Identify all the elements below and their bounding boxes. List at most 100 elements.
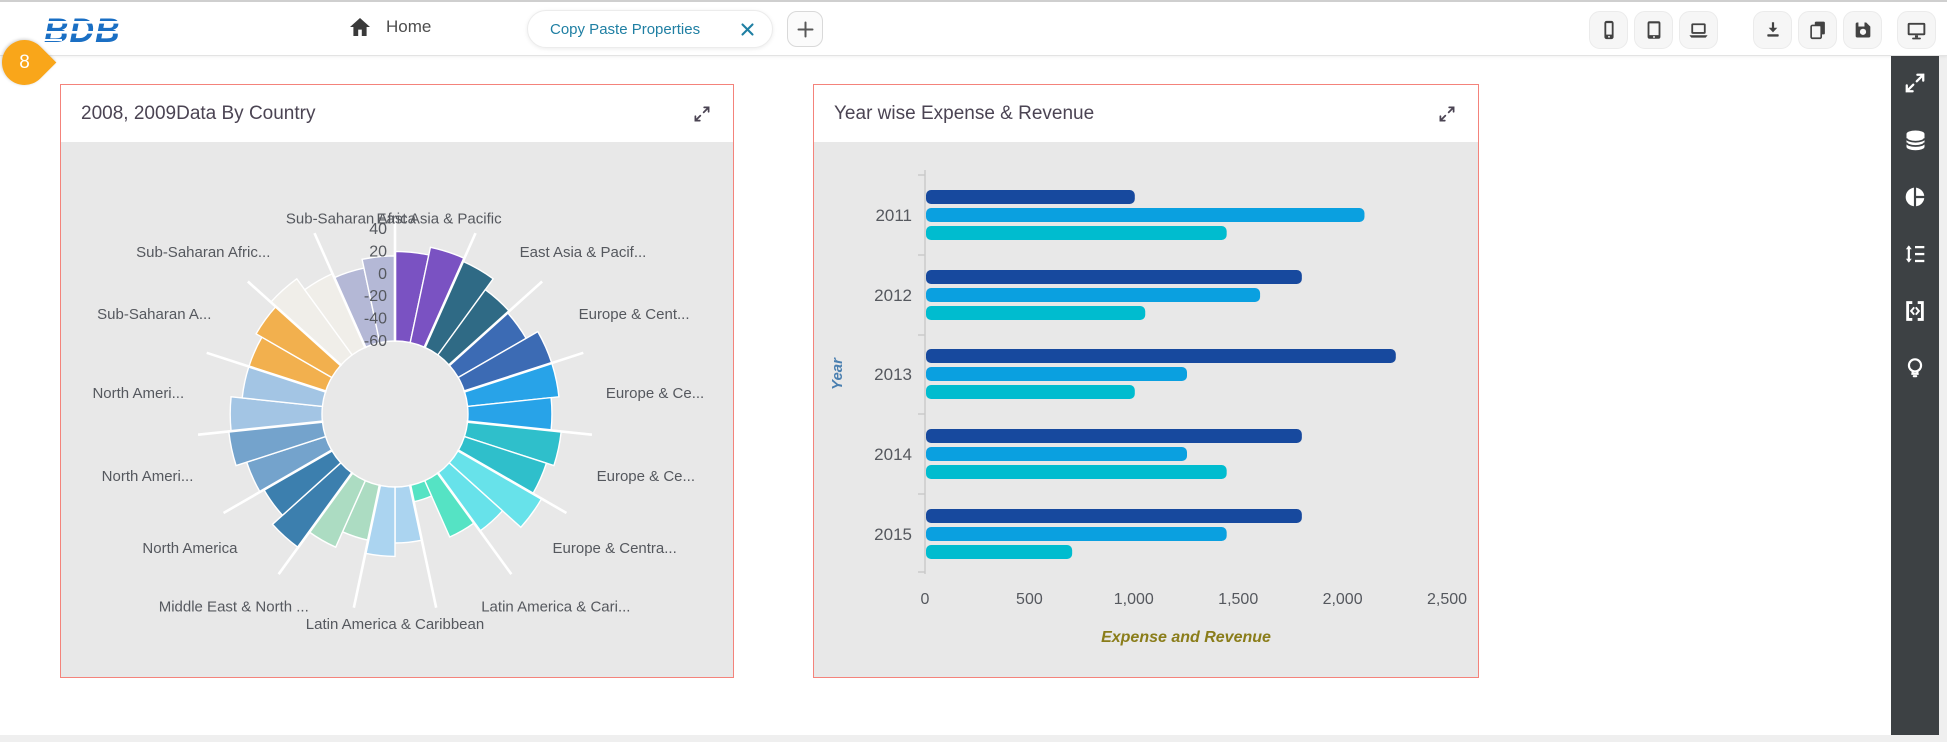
right-tool-rail bbox=[1891, 56, 1939, 735]
bar-chart: 2011 2012 2013 2014 2015 0 500 1,000 1,500 2,000 2… bbox=[814, 142, 1478, 677]
desktop-preview-icon bbox=[1905, 19, 1928, 42]
bar-blue-series[interactable] bbox=[926, 367, 1187, 381]
alert-count: 8 bbox=[2, 40, 47, 85]
x-tick-label: 1,000 bbox=[1114, 591, 1154, 608]
bar-blue-series[interactable] bbox=[926, 527, 1227, 541]
bar-chart-area: 2011 2012 2013 2014 2015 0 500 1,000 1,500 2,000 2… bbox=[814, 142, 1478, 677]
home-label: Home bbox=[386, 17, 431, 37]
chart-button[interactable] bbox=[1900, 182, 1930, 212]
bdb-logo[interactable]: BDB bbox=[42, 9, 134, 51]
radial-tick-label: -40 bbox=[364, 311, 387, 328]
save-button[interactable] bbox=[1843, 11, 1882, 49]
rose-category-label: East Asia & Pacif... bbox=[520, 244, 647, 261]
panel-title: Year wise Expense & Revenue bbox=[834, 103, 1094, 125]
panel-title: 2008, 2009Data By Country bbox=[81, 103, 316, 125]
x-tick-label: 0 bbox=[921, 591, 930, 608]
x-axis-title: Expense and Revenue bbox=[1101, 629, 1271, 646]
home-nav[interactable]: Home bbox=[348, 15, 431, 39]
add-tab-button[interactable] bbox=[787, 11, 823, 47]
x-tick-label: 2,000 bbox=[1323, 591, 1363, 608]
bar-cyan-series[interactable] bbox=[926, 385, 1135, 399]
rose-category-label: North America bbox=[142, 540, 238, 557]
bar-blue-series[interactable] bbox=[926, 288, 1260, 302]
datastore-icon bbox=[1902, 127, 1929, 154]
desktop-preview-button[interactable] bbox=[1897, 11, 1936, 49]
duplicate-button[interactable] bbox=[1798, 11, 1837, 49]
panel-expense-revenue: Year wise Expense & Revenue 2011 2012 2013… bbox=[813, 84, 1479, 678]
duplicate-icon bbox=[1807, 19, 1829, 41]
x-tick-label: 1,500 bbox=[1218, 591, 1258, 608]
save-icon bbox=[1852, 19, 1874, 41]
dashboard-tab[interactable]: Copy Paste Properties bbox=[527, 10, 773, 48]
year-tick-label: 2014 bbox=[874, 445, 912, 464]
rose-category-label: North Ameri... bbox=[102, 468, 194, 485]
rose-category-label: Sub-Saharan Afric... bbox=[136, 244, 270, 261]
rose-category-label: Sub-Saharan A... bbox=[97, 306, 211, 323]
rose-category-label: Latin America & Cari... bbox=[481, 599, 630, 616]
expand-icon bbox=[1436, 103, 1458, 125]
year-tick-label: 2013 bbox=[874, 365, 912, 384]
bar-cyan-series[interactable] bbox=[926, 306, 1145, 320]
bar-cyan-series[interactable] bbox=[926, 545, 1072, 559]
laptop-preview-icon bbox=[1687, 19, 1710, 42]
expand-button[interactable] bbox=[1900, 68, 1930, 98]
horizontal-scrollbar[interactable] bbox=[0, 735, 1947, 742]
radial-tick-label: -20 bbox=[364, 288, 387, 305]
close-tab-icon[interactable] bbox=[736, 18, 758, 40]
rose-category-label: Europe & Ce... bbox=[597, 468, 695, 485]
add-tab-icon bbox=[797, 21, 814, 38]
rose-category-label: Europe & Centra... bbox=[553, 540, 677, 557]
bar-navy-series[interactable] bbox=[926, 270, 1302, 284]
radial-tick-label: 20 bbox=[369, 243, 387, 260]
insight-button[interactable] bbox=[1900, 353, 1930, 383]
year-tick-label: 2015 bbox=[874, 525, 912, 544]
insight-icon bbox=[1902, 355, 1928, 381]
x-tick-label: 500 bbox=[1016, 591, 1043, 608]
dashboard-tab-label: Copy Paste Properties bbox=[550, 21, 700, 38]
y-axis-title: Year bbox=[829, 357, 846, 390]
rose-category-label: Europe & Cent... bbox=[579, 306, 690, 323]
expand-icon bbox=[1902, 70, 1928, 96]
rose-category-label: Sub-Saharan Africa bbox=[286, 210, 417, 227]
home-icon bbox=[348, 15, 372, 39]
script-icon bbox=[1902, 298, 1928, 324]
year-tick-label: 2012 bbox=[874, 286, 912, 305]
tablet-preview-button[interactable] bbox=[1634, 11, 1673, 49]
polar-rose-chart: 40200-20-40-60East Asia & PacificEast As… bbox=[61, 142, 733, 677]
bar-cyan-series[interactable] bbox=[926, 226, 1227, 240]
bar-navy-series[interactable] bbox=[926, 429, 1302, 443]
panel-data-by-country: 2008, 2009Data By Country 40200-20-40-60… bbox=[60, 84, 734, 678]
x-tick-label: 2,500 bbox=[1427, 591, 1467, 608]
panel-header: Year wise Expense & Revenue bbox=[814, 85, 1478, 142]
top-navbar: BDB Home Copy Paste Properties bbox=[0, 0, 1947, 56]
row-height-button[interactable] bbox=[1900, 239, 1930, 269]
panel-header: 2008, 2009Data By Country bbox=[61, 85, 733, 142]
bar-navy-series[interactable] bbox=[926, 349, 1396, 363]
maximize-button[interactable] bbox=[689, 101, 715, 127]
rose-category-label: Europe & Ce... bbox=[606, 385, 704, 402]
script-button[interactable] bbox=[1900, 296, 1930, 326]
row-height-icon bbox=[1902, 241, 1928, 267]
bar-blue-series[interactable] bbox=[926, 447, 1187, 461]
maximize-button[interactable] bbox=[1434, 101, 1460, 127]
tablet-preview-icon bbox=[1643, 19, 1665, 41]
rose-category-label: Middle East & North ... bbox=[159, 599, 309, 616]
mobile-preview-icon bbox=[1598, 19, 1620, 41]
datastore-button[interactable] bbox=[1900, 125, 1930, 155]
laptop-preview-button[interactable] bbox=[1679, 11, 1718, 49]
bar-cyan-series[interactable] bbox=[926, 465, 1227, 479]
polar-chart-area: 40200-20-40-60East Asia & PacificEast As… bbox=[61, 142, 733, 677]
expand-icon bbox=[691, 103, 713, 125]
bar-blue-series[interactable] bbox=[926, 208, 1364, 222]
bar-navy-series[interactable] bbox=[926, 509, 1302, 523]
download-icon bbox=[1762, 19, 1784, 41]
chart-icon bbox=[1902, 184, 1928, 210]
bar-navy-series[interactable] bbox=[926, 190, 1135, 204]
mobile-preview-button[interactable] bbox=[1589, 11, 1628, 49]
radial-tick-label: -60 bbox=[364, 333, 387, 350]
download-button[interactable] bbox=[1753, 11, 1792, 49]
year-tick-label: 2011 bbox=[875, 206, 912, 225]
vertical-scrollbar[interactable] bbox=[1939, 56, 1947, 742]
radial-tick-label: 0 bbox=[378, 266, 387, 283]
rose-category-label: Latin America & Caribbean bbox=[306, 616, 484, 633]
